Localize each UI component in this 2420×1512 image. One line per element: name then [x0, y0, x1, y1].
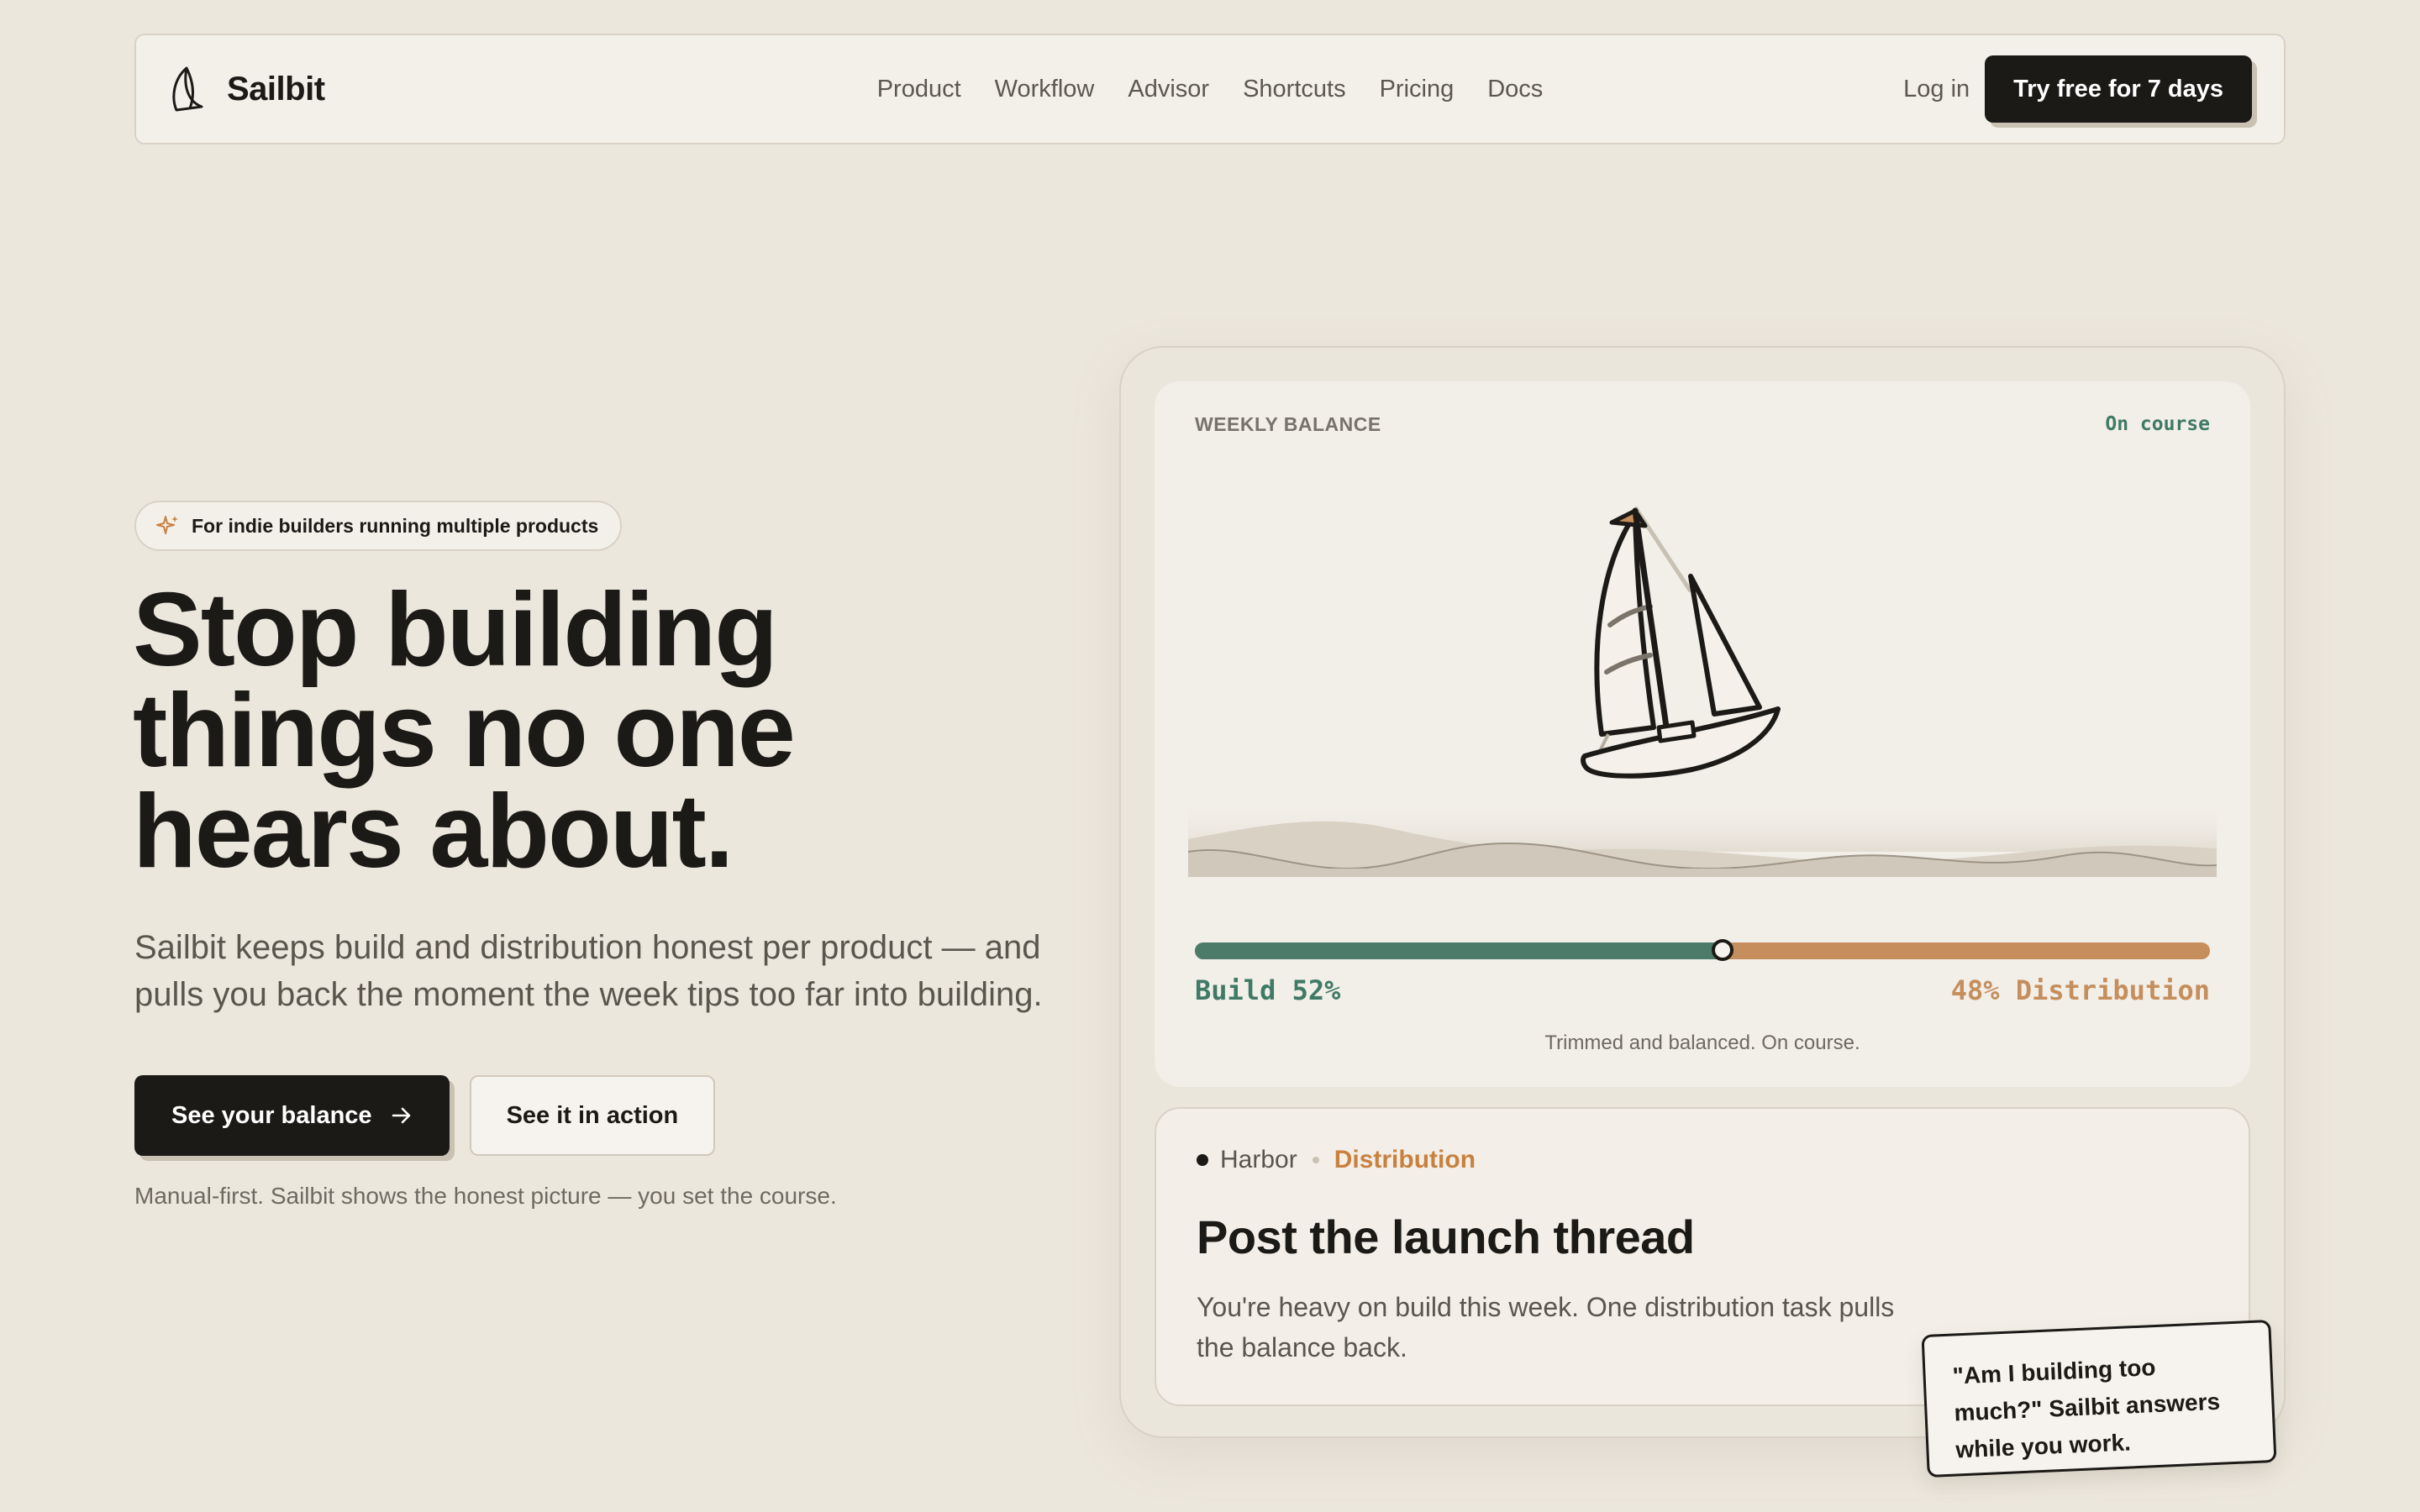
audience-badge: For indie builders running multiple prod…	[134, 501, 623, 551]
balance-meter	[1195, 942, 2210, 959]
nav-link-advisor[interactable]: Advisor	[1128, 76, 1209, 103]
product-preview-card: WEEKLY BALANCE On course Build 52% 48% D…	[1119, 346, 2286, 1438]
task-product: Harbor	[1220, 1146, 1297, 1173]
nav-link-shortcuts[interactable]: Shortcuts	[1243, 76, 1346, 103]
login-link[interactable]: Log in	[1903, 76, 1970, 103]
nav-link-workflow[interactable]: Workflow	[995, 76, 1095, 103]
see-balance-button[interactable]: See your balance	[134, 1075, 450, 1156]
see-in-action-label: See it in action	[506, 1101, 679, 1129]
nav-link-product[interactable]: Product	[877, 76, 961, 103]
hero-subtext: Sailbit keeps build and distribution hon…	[134, 929, 1043, 1013]
see-in-action-button[interactable]: See it in action	[469, 1075, 716, 1156]
task-type: Distribution	[1334, 1146, 1476, 1173]
balance-status: On course	[2105, 413, 2210, 435]
top-navbar: Sailbit Product Workflow Advisor Shortcu…	[134, 34, 2286, 144]
task-meta: Harbor Distribution	[1197, 1146, 1476, 1174]
build-percent-label: Build 52%	[1195, 974, 1341, 1006]
balance-caption: Trimmed and balanced. On course.	[1544, 1032, 1860, 1054]
weekly-balance-panel: WEEKLY BALANCE On course Build 52% 48% D…	[1155, 381, 2250, 1087]
headline-line: hears about.	[133, 774, 734, 890]
weekly-balance-label: WEEKLY BALANCE	[1195, 413, 1381, 435]
arrow-right-icon	[392, 1107, 410, 1124]
nav-link-docs[interactable]: Docs	[1487, 76, 1543, 103]
nav-links: Product Workflow Advisor Shortcuts Prici…	[877, 35, 1544, 143]
hero-fineprint: Manual-first. Sailbit shows the honest p…	[134, 1183, 837, 1209]
sticky-note: "Am I building too much?" Sailbit answer…	[1921, 1320, 2277, 1478]
distribution-percent-label: 48% Distribution	[1950, 974, 2210, 1006]
separator-dot-icon	[1312, 1157, 1319, 1163]
sparkle-icon	[156, 516, 178, 534]
sail-logo-icon	[172, 66, 203, 112]
headline-line: Stop building	[133, 572, 778, 688]
sailboat-illustration	[1188, 506, 2217, 877]
hero-cta-row: See your balance See it in action	[134, 1075, 716, 1156]
brand[interactable]: Sailbit	[168, 65, 325, 113]
nav-actions: Log in Try free for 7 days	[1903, 55, 2252, 123]
badge-text: For indie builders running multiple prod…	[192, 514, 599, 537]
nav-link-pricing[interactable]: Pricing	[1380, 76, 1455, 103]
hero-headline: Stop building things no one hears about.	[133, 572, 1057, 890]
build-fill	[1195, 942, 1723, 959]
try-free-button[interactable]: Try free for 7 days	[1985, 55, 2252, 123]
balance-knob[interactable]	[1712, 939, 1734, 961]
headline-line: things no one	[133, 673, 796, 789]
brand-name: Sailbit	[227, 70, 325, 108]
task-description: You're heavy on build this week. One dis…	[1197, 1292, 1895, 1362]
task-title: Post the launch thread	[1197, 1210, 1695, 1263]
see-balance-label: See your balance	[171, 1101, 372, 1129]
product-dot-icon	[1197, 1154, 1208, 1166]
